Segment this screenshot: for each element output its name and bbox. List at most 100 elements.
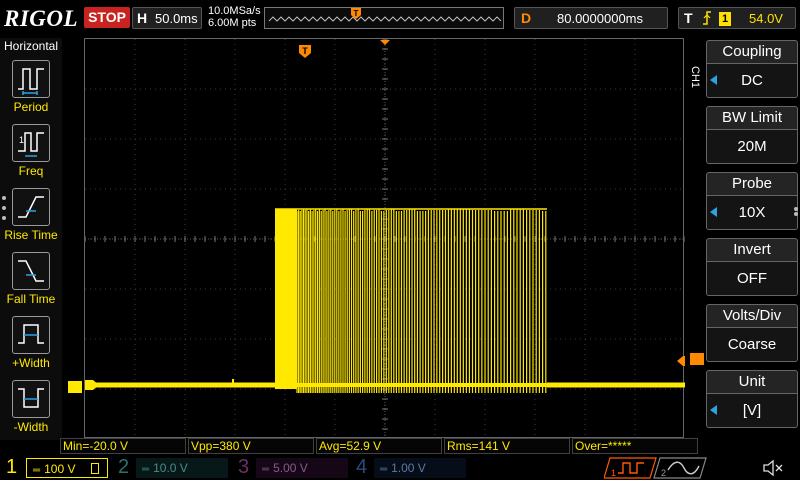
delay-letter: D	[521, 10, 532, 26]
trigger-level-tag	[690, 353, 704, 365]
bw-limit-value: 20M	[706, 130, 798, 164]
menu-page-dots	[2, 196, 7, 224]
math-function-buttons[interactable]: 1 2	[603, 457, 708, 479]
volts-div-title: Volts/Div	[706, 304, 798, 328]
brand-logo: RIGOL	[4, 6, 79, 31]
trigger-setting[interactable]: T 1 54.0V	[678, 7, 796, 29]
run-stop-button[interactable]: STOP	[84, 7, 130, 28]
measure-avg[interactable]: Avg=52.9 V	[316, 438, 442, 454]
channel-4-scale[interactable]: ═ 1.00 V	[374, 458, 466, 478]
freq-label: Freq	[18, 164, 44, 178]
coupling-value: DC	[706, 64, 798, 98]
channel-4-scale-value: 1.00 V	[391, 461, 426, 475]
bw-limit-menu-item[interactable]: BW Limit 20M	[704, 104, 800, 168]
negative-width-label: -Width	[13, 420, 49, 434]
dc-coupling-icon: ═	[262, 464, 270, 475]
timebase-value: 50.0ms	[155, 11, 198, 26]
volts-div-value: Coarse	[706, 328, 798, 362]
left-menu-title: Horizontal	[3, 39, 59, 53]
unit-arrow-icon	[710, 405, 717, 415]
menu-page-dots	[794, 206, 800, 218]
math-slot-2[interactable]: 2	[653, 457, 707, 479]
svg-text:1: 1	[19, 135, 24, 145]
trigger-level-marker	[677, 356, 697, 366]
probe-title: Probe	[706, 172, 798, 196]
delay-setting[interactable]: D 80.0000000ms	[514, 7, 668, 29]
invert-title: Invert	[706, 238, 798, 262]
channel-2-scale[interactable]: ═ 10.0 V	[136, 458, 228, 478]
measure-positive-width-button[interactable]: +Width	[0, 314, 62, 376]
unit-title: Unit	[706, 370, 798, 394]
positive-width-icon	[12, 316, 50, 354]
measure-freq-button[interactable]: 1 Freq	[0, 122, 62, 184]
channel-3-number[interactable]: 3	[238, 455, 249, 480]
channel-bar: 1 ═ 100 V 2 ═ 10.0 V 3 ═ 5.00 V 4 ═ 1.00 V 1…	[0, 455, 800, 480]
svg-text:T: T	[354, 9, 359, 18]
measure-negative-width-button[interactable]: -Width	[0, 378, 62, 440]
channel-2-number[interactable]: 2	[118, 455, 129, 480]
measure-rise-time-button[interactable]: Rise Time	[0, 186, 62, 248]
ch1-ground-marker	[81, 380, 99, 390]
acquisition-info: 10.0MSa/s 6.00M pts	[208, 5, 261, 29]
probe-menu-item[interactable]: Probe 10X	[704, 170, 800, 234]
probe-value: 10X	[706, 196, 798, 230]
unit-menu-item[interactable]: Unit [V]	[704, 368, 800, 432]
probe-arrow-icon	[710, 207, 717, 217]
math-slot-1[interactable]: 1	[603, 457, 657, 479]
rise-time-icon	[12, 188, 50, 226]
negative-width-icon	[12, 380, 50, 418]
positive-width-label: +Width	[12, 356, 50, 370]
channel-3-scale[interactable]: ═ 5.00 V	[256, 458, 348, 478]
horizontal-measure-menu: Horizontal Period 1 Freq Rise Time Fall …	[0, 38, 62, 440]
channel-1-number[interactable]: 1	[6, 455, 17, 480]
memory-depth: 6.00M pts	[208, 17, 257, 29]
measure-period-button[interactable]: Period	[0, 58, 62, 120]
measure-over[interactable]: Over=*****	[572, 438, 698, 454]
unit-value: [V]	[706, 394, 798, 428]
rising-edge-icon	[701, 9, 713, 30]
measure-rms[interactable]: Rms=141 V	[444, 438, 570, 454]
channel-menu: Coupling DC BW Limit 20M Probe 10X Inver…	[704, 38, 800, 440]
ch1-trace-burst	[275, 209, 297, 389]
coupling-menu-item[interactable]: Coupling DC	[704, 38, 800, 102]
ch1-ground-tag	[68, 381, 82, 393]
delay-value: 80.0000000ms	[557, 11, 644, 26]
coupling-arrow-icon	[710, 75, 717, 85]
trigger-position-label: T	[302, 46, 308, 56]
volts-div-menu-item[interactable]: Volts/Div Coarse	[704, 302, 800, 366]
memory-waveform-icon: T	[268, 8, 502, 22]
math-slot-2-label: 2	[661, 468, 666, 478]
invert-menu-item[interactable]: Invert OFF	[704, 236, 800, 300]
horizontal-timebase[interactable]: H 50.0ms	[132, 7, 202, 29]
channel-1-scale[interactable]: ═ 100 V	[26, 458, 108, 478]
center-time-marker	[380, 40, 390, 45]
channel-tag: CH1	[688, 66, 702, 98]
sample-rate: 10.0MSa/s	[208, 5, 261, 17]
invert-value: OFF	[706, 262, 798, 296]
dc-coupling-icon: ═	[380, 464, 388, 475]
channel-4-number[interactable]: 4	[356, 455, 367, 480]
measure-fall-time-button[interactable]: Fall Time	[0, 250, 62, 312]
rise-time-label: Rise Time	[4, 228, 58, 242]
trigger-letter: T	[684, 10, 693, 26]
dc-coupling-icon: ═	[142, 464, 150, 475]
bandwidth-limit-icon	[91, 463, 99, 474]
period-label: Period	[13, 100, 49, 114]
measure-min[interactable]: Min=-20.0 V	[60, 438, 186, 454]
measurement-bar: Min=-20.0 V Vpp=380 V Avg=52.9 V Rms=141…	[60, 438, 700, 454]
fall-time-label: Fall Time	[6, 292, 56, 306]
sound-muted-icon[interactable]	[762, 459, 786, 477]
channel-2-scale-value: 10.0 V	[153, 461, 188, 475]
channel-tag-label: CH1	[689, 66, 701, 89]
coupling-title: Coupling	[706, 40, 798, 64]
horizontal-letter: H	[137, 10, 148, 26]
dc-coupling-icon: ═	[33, 465, 41, 476]
measure-vpp[interactable]: Vpp=380 V	[188, 438, 314, 454]
freq-icon: 1	[12, 124, 50, 162]
fall-time-icon	[12, 252, 50, 290]
period-icon	[12, 60, 50, 98]
channel-1-scale-value: 100 V	[44, 462, 76, 476]
waveform-graticule: T	[81, 38, 697, 440]
waveform-display[interactable]: T	[81, 38, 697, 440]
memory-overview: T	[264, 7, 504, 29]
